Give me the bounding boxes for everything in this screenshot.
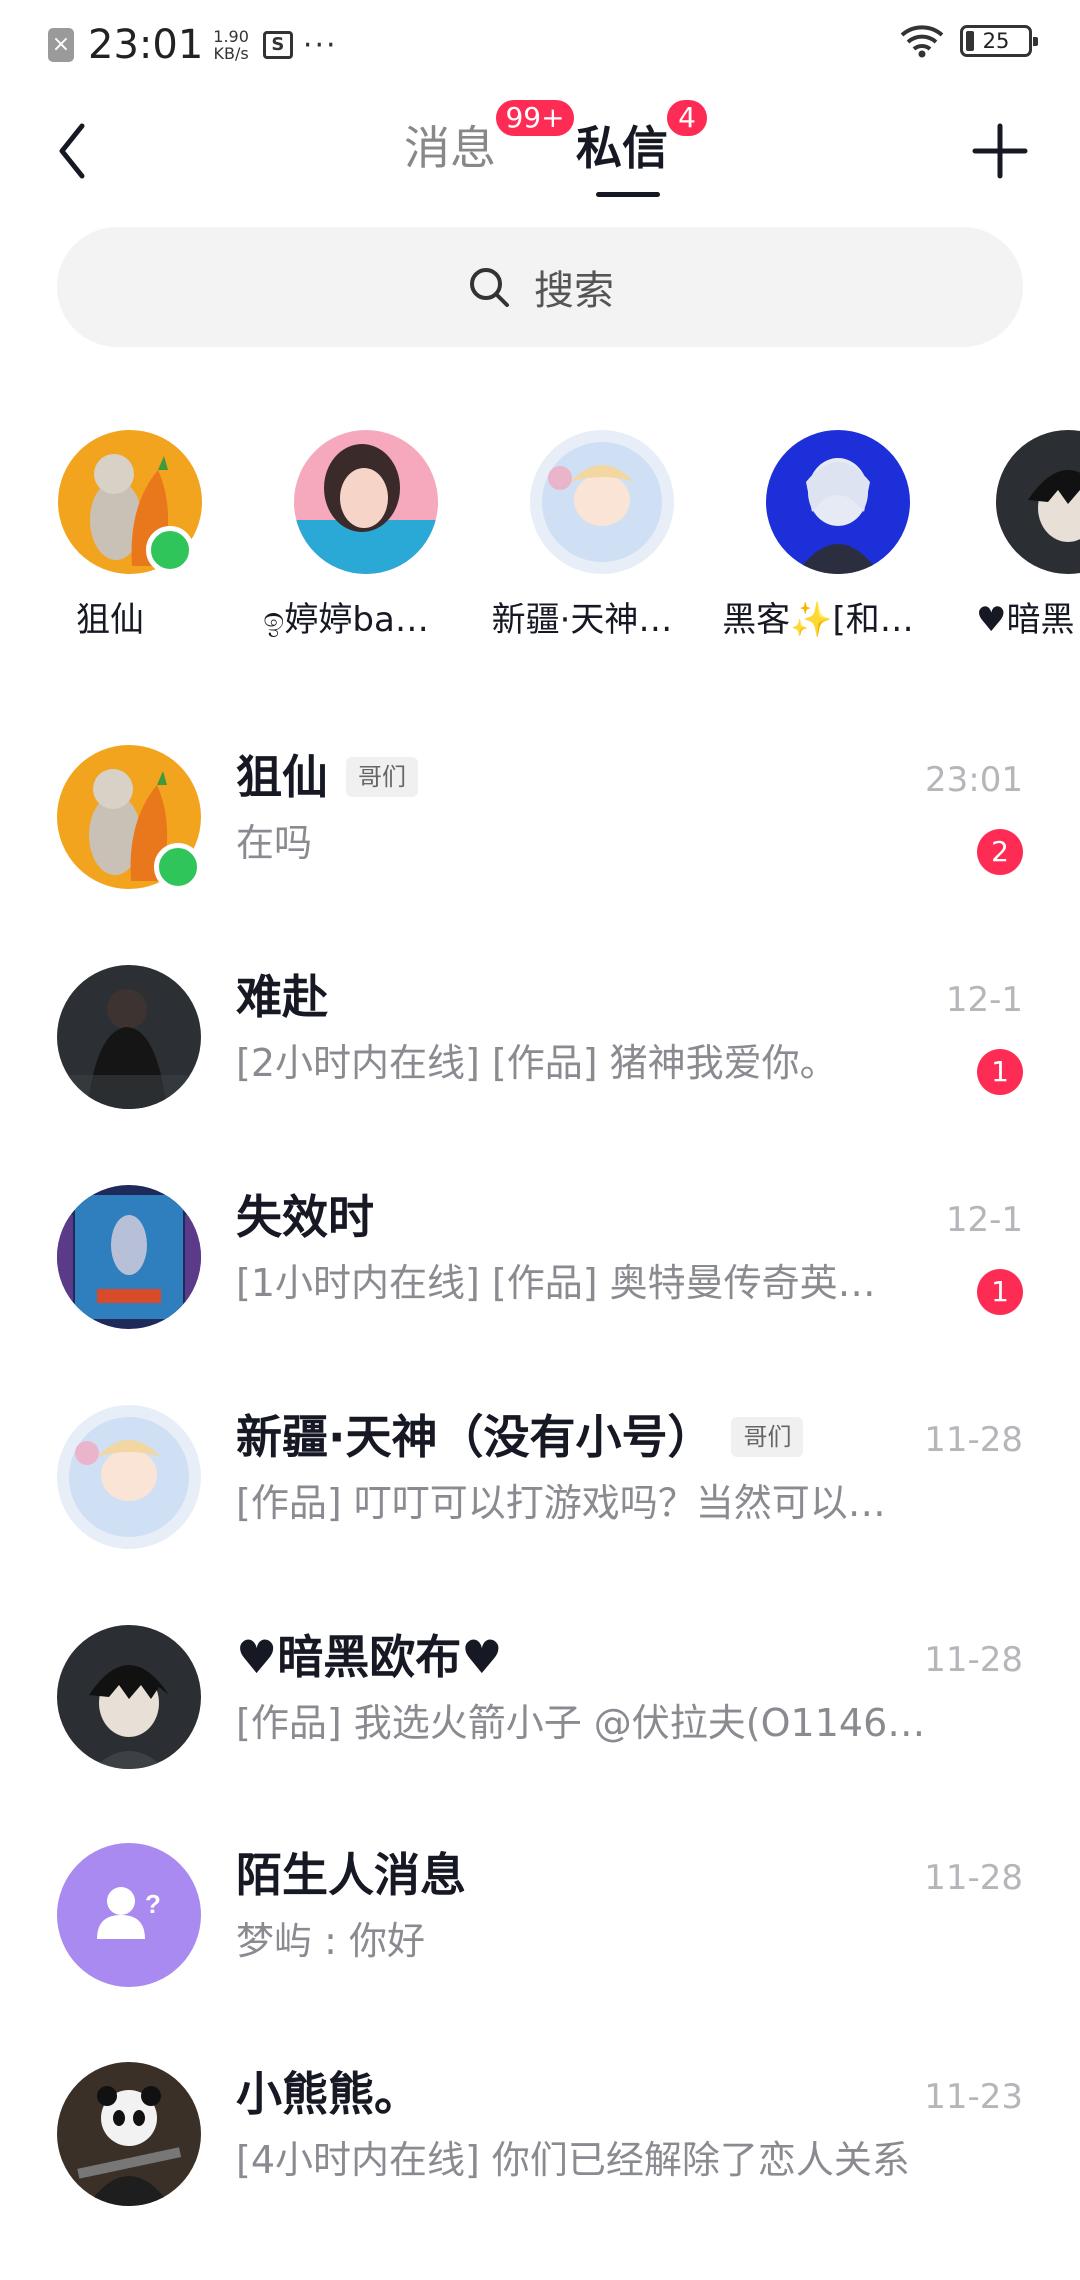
plus-icon (972, 123, 1028, 179)
conversation-name-text: 狙仙 (236, 750, 328, 804)
tab-messages[interactable]: 消息 (404, 118, 496, 178)
avatar (766, 430, 910, 574)
conversation-name: 难赴 (236, 970, 328, 1024)
battery-icon: 25 (960, 25, 1038, 57)
unread-badge: 1 (977, 1049, 1023, 1095)
avatar: ? (57, 1843, 201, 1987)
new-chat-button[interactable] (970, 116, 1030, 186)
conversation-name: 小熊熊。 (236, 2067, 420, 2121)
unread-badge: 2 (977, 829, 1023, 875)
conversation-item[interactable]: 失效时 [1小时内在线] [作品] 奥特曼传奇英… 12-1 1 (0, 1185, 1080, 1385)
s-app-icon: S (262, 31, 293, 59)
conversation-item[interactable]: 难赴 [2小时内在线] [作品] 猪神我爱你。 12-1 1 (0, 965, 1080, 1165)
online-indicator (154, 843, 202, 891)
network-speed: 1.90 KB/s (213, 28, 249, 62)
contact-name: 新疆·天神… (491, 600, 673, 640)
conversation-name: ♥暗黑欧布♥ (236, 1630, 503, 1684)
status-time: 23:01 (88, 22, 204, 68)
avatar (57, 1405, 201, 1549)
avatar (57, 1625, 201, 1769)
avatar (57, 2062, 201, 2206)
relation-tag: 哥们 (731, 1416, 804, 1457)
battery-level: 25 (982, 29, 1010, 53)
message-preview: [作品] 我选火箭小子 @伏拉夫(O1146… (236, 1701, 926, 1745)
wifi-icon (900, 25, 944, 58)
message-time: 12-1 (945, 980, 1023, 1020)
unread-badge: 1 (977, 1269, 1023, 1315)
notification-icon: × (48, 28, 74, 62)
message-preview: [4小时内在线] 你们已经解除了恋人关系 (236, 2138, 910, 2182)
conversation-item[interactable]: 小熊熊。 [4小时内在线] 你们已经解除了恋人关系 11-23 (0, 2062, 1080, 2262)
message-preview: [作品] 叮叮可以打游戏吗？当然可以… (236, 1481, 886, 1525)
active-tab-indicator (596, 192, 660, 197)
message-preview: [2小时内在线] [作品] 猪神我爱你。 (236, 1041, 838, 1085)
contact-name: 黑客✨[和… (722, 600, 914, 640)
message-time: 23:01 (925, 760, 1023, 800)
conversation-name-text: 新疆·天神（没有小号） (236, 1410, 714, 1464)
search-placeholder: 搜索 (534, 268, 614, 314)
message-time: 11-23 (924, 2077, 1023, 2117)
message-preview: 在吗 (236, 821, 313, 865)
tab-direct-messages[interactable]: 私信 (576, 118, 668, 178)
messages-badge: 99+ (493, 97, 577, 139)
message-time: 11-28 (924, 1858, 1023, 1898)
conversation-name: 狙仙 哥们 (236, 747, 418, 807)
contact-name: 狙仙 (76, 600, 144, 640)
network-speed-value: 1.90 (213, 27, 249, 46)
conversation-item[interactable]: 新疆·天神（没有小号） 哥们 [作品] 叮叮可以打游戏吗？当然可以… 11-28 (0, 1405, 1080, 1605)
avatar (294, 430, 438, 574)
conversation-name: 陌生人消息 (236, 1848, 466, 1902)
stranger-icon: ? (97, 1887, 161, 1939)
conversation-item[interactable]: 狙仙 哥们 在吗 23:01 2 (0, 745, 1080, 945)
svg-text:?: ? (145, 1889, 161, 1919)
search-icon (470, 268, 509, 307)
avatar (996, 430, 1080, 574)
message-time: 12-1 (945, 1200, 1023, 1240)
message-preview: 梦屿 : 你好 (236, 1919, 425, 1963)
network-speed-unit: KB/s (213, 44, 249, 63)
search-bar[interactable]: 搜索 (57, 227, 1023, 347)
back-button[interactable] (50, 116, 100, 186)
online-indicator (146, 526, 194, 574)
more-notifications-icon: ··· (302, 27, 338, 63)
back-icon (59, 123, 85, 179)
conversation-name: 新疆·天神（没有小号） 哥们 (236, 1407, 804, 1467)
message-time: 11-28 (924, 1640, 1023, 1680)
conversation-item[interactable]: ♥暗黑欧布♥ [作品] 我选火箭小子 @伏拉夫(O1146… 11-28 (0, 1625, 1080, 1825)
conversation-item[interactable]: ? 陌生人消息 梦屿 : 你好 11-28 (0, 1843, 1080, 2043)
header: 消息 99+ 私信 4 (0, 86, 1080, 216)
contact-name: ඉ婷婷ba… (263, 600, 429, 640)
message-time: 11-28 (924, 1420, 1023, 1460)
contact-name: ♥暗黑 (976, 600, 1075, 640)
avatar (57, 965, 201, 1109)
message-preview: [1小时内在线] [作品] 奥特曼传奇英… (236, 1261, 876, 1305)
relation-tag: 哥们 (346, 756, 418, 797)
avatar (530, 430, 674, 574)
dm-badge: 4 (664, 97, 710, 139)
conversation-name: 失效时 (236, 1190, 374, 1244)
status-bar: × 23:01 1.90 KB/s S ··· 25 (0, 0, 1080, 86)
avatar (57, 1185, 201, 1329)
contacts-row: 狙仙 ඉ婷婷ba… 新疆·天神… 黑客✨[和… ♥暗黑 (0, 430, 1080, 650)
